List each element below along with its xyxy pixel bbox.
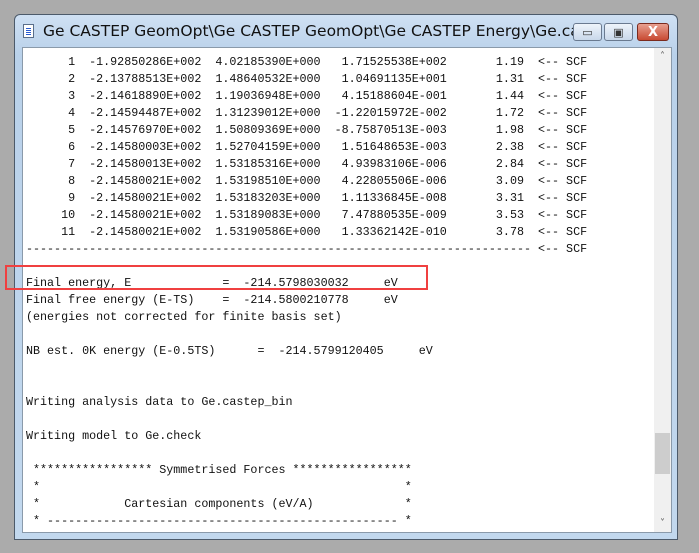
scroll-down-icon[interactable]: ˅	[654, 515, 671, 532]
minimize-button[interactable]: ▭	[573, 23, 602, 41]
final-energy-highlight-box	[5, 265, 428, 290]
forces-box-line: * --------------------------------------…	[26, 514, 412, 528]
scf-separator: ----------------------------------------…	[26, 242, 588, 256]
forces-subtitle: * Cartesian components (eV/A) *	[26, 497, 412, 511]
minimize-icon: ▭	[582, 25, 593, 39]
scf-row: 10 -2.14580021E+002 1.53189083E+000 7.47…	[26, 208, 588, 222]
scf-row: 5 -2.14576970E+002 1.50809369E+000 -8.75…	[26, 123, 588, 137]
text-content-area[interactable]: 1 -1.92850286E+002 4.02185390E+000 1.715…	[22, 47, 672, 533]
writing-model-line: Writing model to Ge.check	[26, 429, 202, 443]
scf-row: 3 -2.14618890E+002 1.19036948E+000 4.151…	[26, 89, 588, 103]
forces-header: ***************** Symmetrised Forces ***…	[26, 463, 412, 477]
maximize-button[interactable]: ▣	[604, 23, 633, 41]
window-title: Ge CASTEP GeomOpt\Ge CASTEP GeomOpt\Ge C…	[43, 22, 603, 40]
scrollbar-thumb[interactable]	[655, 433, 670, 474]
scf-row: 8 -2.14580021E+002 1.53198510E+000 4.228…	[26, 174, 588, 188]
title-bar[interactable]: Ge CASTEP GeomOpt\Ge CASTEP GeomOpt\Ge C…	[15, 15, 677, 47]
writing-analysis-line: Writing analysis data to Ge.castep_bin	[26, 395, 293, 409]
scf-row: 1 -1.92850286E+002 4.02185390E+000 1.715…	[26, 55, 588, 69]
close-button[interactable]: X	[637, 23, 669, 41]
forces-box-line: * *	[26, 480, 412, 494]
final-free-energy-line: Final free energy (E-TS) = -214.58002107…	[26, 293, 398, 307]
scf-row: 11 -2.14580021E+002 1.53190586E+000 1.33…	[26, 225, 588, 239]
scf-row: 2 -2.13788513E+002 1.48640532E+000 1.046…	[26, 72, 588, 86]
scf-row: 4 -2.14594487E+002 1.31239012E+000 -1.22…	[26, 106, 588, 120]
output-text: 1 -1.92850286E+002 4.02185390E+000 1.715…	[26, 54, 587, 530]
scroll-up-icon[interactable]: ˄	[654, 48, 671, 65]
vertical-scrollbar[interactable]: ˄ ˅	[654, 48, 671, 532]
maximize-icon: ▣	[613, 25, 624, 39]
scf-row: 9 -2.14580021E+002 1.53183203E+000 1.113…	[26, 191, 588, 205]
document-icon	[23, 24, 34, 38]
basis-set-note: (energies not corrected for finite basis…	[26, 310, 342, 324]
scf-row: 7 -2.14580013E+002 1.53185316E+000 4.939…	[26, 157, 588, 171]
nb-energy-line: NB est. 0K energy (E-0.5TS) = -214.57991…	[26, 344, 433, 358]
scf-row: 6 -2.14580003E+002 1.52704159E+000 1.516…	[26, 140, 588, 154]
close-icon: X	[647, 24, 659, 40]
